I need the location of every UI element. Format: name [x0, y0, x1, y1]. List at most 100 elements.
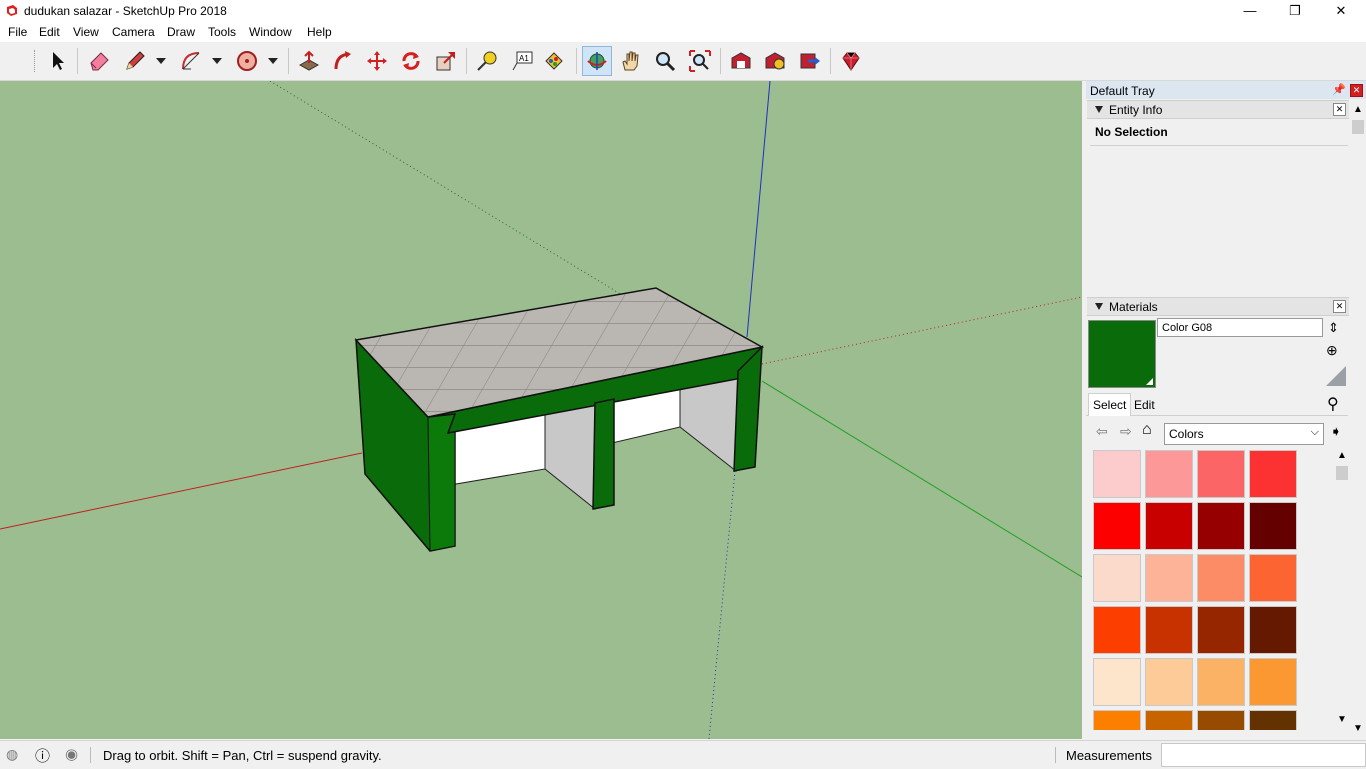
credits-icon[interactable]: ⓘ [35, 745, 50, 766]
home-icon[interactable]: ⌂ [1142, 421, 1152, 439]
model-viewport[interactable] [0, 81, 1082, 739]
blue-axis-solid [746, 81, 771, 338]
entity-info-scrollbar[interactable]: ▲ [1350, 100, 1366, 300]
color-swatch[interactable] [1197, 658, 1245, 706]
color-swatch[interactable] [1093, 710, 1141, 730]
color-swatch[interactable] [1249, 710, 1297, 730]
geo-location-icon[interactable]: ◍ [6, 746, 18, 763]
color-swatch[interactable] [1093, 450, 1141, 498]
extension-warehouse-button[interactable] [760, 46, 790, 76]
color-swatch[interactable] [1249, 658, 1297, 706]
color-swatch[interactable] [1093, 554, 1141, 602]
library-select[interactable]: Colors ⌵ [1164, 423, 1324, 445]
swatch-scrollbar[interactable]: ▲ ▼ [1334, 450, 1350, 730]
menu-draw[interactable]: Draw [167, 25, 195, 39]
arc-tool-button[interactable] [176, 46, 206, 76]
push-pull-tool-button[interactable] [294, 46, 324, 76]
color-swatch[interactable] [1197, 554, 1245, 602]
color-swatch[interactable] [1145, 502, 1193, 550]
materials-header[interactable]: Materials ✕ [1087, 297, 1349, 316]
arc-dropdown-arrow[interactable] [212, 58, 222, 64]
pin-icon[interactable]: 📌 [1332, 83, 1346, 96]
current-material-preview[interactable] [1088, 320, 1156, 388]
color-swatch[interactable] [1093, 502, 1141, 550]
minimize-button[interactable]: — [1227, 0, 1273, 22]
entity-info-title: Entity Info [1109, 103, 1163, 117]
window-title: dudukan salazar - SketchUp Pro 2018 [24, 4, 227, 18]
tape-measure-tool-button[interactable] [472, 46, 502, 76]
color-swatch[interactable] [1249, 502, 1297, 550]
title-bar: dudukan salazar - SketchUp Pro 2018 — ❐ … [0, 0, 1366, 22]
materials-close-button[interactable]: ✕ [1333, 300, 1346, 313]
forward-arrow-icon[interactable]: ⇨ [1120, 423, 1132, 440]
arc-icon [182, 52, 200, 70]
move-tool-button[interactable] [362, 46, 392, 76]
tray-scrollbar[interactable]: ▼ [1350, 297, 1366, 739]
color-swatch[interactable] [1145, 658, 1193, 706]
shape-tool-button[interactable] [232, 46, 262, 76]
push-pull-icon [298, 50, 320, 71]
menu-view[interactable]: View [73, 25, 99, 39]
color-swatch[interactable] [1093, 658, 1141, 706]
left-side-slab-front [427, 413, 456, 552]
display-secondary-pane-icon[interactable]: ⇕ [1328, 320, 1339, 336]
menu-tools[interactable]: Tools [208, 25, 236, 39]
menu-edit[interactable]: Edit [39, 25, 60, 39]
extension-manager-button[interactable] [836, 46, 866, 76]
color-swatch[interactable] [1197, 606, 1245, 654]
create-material-icon[interactable]: ⊕ [1326, 342, 1338, 359]
entity-info-close-button[interactable]: ✕ [1333, 103, 1346, 116]
color-swatch[interactable] [1249, 450, 1297, 498]
eraser-tool-button[interactable] [84, 46, 114, 76]
color-swatch[interactable] [1197, 502, 1245, 550]
measurements-input[interactable] [1161, 743, 1366, 767]
line-dropdown-arrow[interactable] [156, 58, 166, 64]
select-tool-button[interactable] [42, 46, 72, 76]
entity-info-header[interactable]: Entity Info ✕ [1087, 100, 1349, 119]
close-button[interactable]: ✕ [1318, 0, 1364, 22]
color-swatch[interactable] [1145, 450, 1193, 498]
toolbar-grip[interactable] [34, 50, 37, 72]
color-swatch[interactable] [1145, 554, 1193, 602]
menu-camera[interactable]: Camera [112, 25, 155, 39]
back-arrow-icon[interactable]: ⇦ [1096, 423, 1108, 440]
zoom-tool-button[interactable] [650, 46, 680, 76]
color-swatch[interactable] [1197, 450, 1245, 498]
zoom-extents-tool-button[interactable] [685, 46, 715, 76]
text-tool-button[interactable]: A1 [507, 46, 537, 76]
user-account-icon[interactable]: ◉ [65, 745, 78, 763]
share-model-button[interactable] [795, 46, 825, 76]
color-swatch[interactable] [1145, 710, 1193, 730]
follow-me-tool-button[interactable] [328, 46, 358, 76]
color-swatch[interactable] [1197, 710, 1245, 730]
material-name-field[interactable] [1157, 318, 1323, 337]
menu-file[interactable]: File [8, 25, 27, 39]
tray-close-button[interactable]: ✕ [1350, 84, 1363, 97]
tab-select[interactable]: Select [1088, 393, 1132, 416]
color-swatch[interactable] [1249, 554, 1297, 602]
3d-warehouse-button[interactable] [726, 46, 756, 76]
menu-window[interactable]: Window [249, 25, 292, 39]
sketchup-logo-icon [7, 5, 17, 16]
color-swatch[interactable] [1249, 606, 1297, 654]
shape-dropdown-arrow[interactable] [268, 58, 278, 64]
details-arrow-icon[interactable]: ➧ [1330, 423, 1342, 440]
pan-tool-button[interactable] [616, 46, 646, 76]
color-swatch[interactable] [1093, 606, 1141, 654]
eyedropper-icon[interactable]: ⚲ [1327, 394, 1339, 414]
scale-tool-button[interactable] [431, 46, 461, 76]
color-swatch[interactable] [1145, 606, 1193, 654]
default-material-icon[interactable] [1326, 366, 1346, 386]
rotate-tool-button[interactable] [396, 46, 426, 76]
orbit-tool-button[interactable] [582, 46, 612, 76]
chevron-down-icon: ⌵ [1310, 426, 1319, 438]
tab-edit[interactable]: Edit [1134, 398, 1155, 412]
green-axis-solid [761, 380, 1082, 578]
eraser-icon [90, 52, 109, 71]
menu-help[interactable]: Help [307, 25, 332, 39]
collapse-triangle-icon [1095, 303, 1103, 310]
swatch-grid [1091, 449, 1331, 730]
paint-bucket-tool-button[interactable] [539, 46, 569, 76]
restore-button[interactable]: ❐ [1272, 0, 1318, 22]
line-tool-button[interactable] [120, 46, 150, 76]
